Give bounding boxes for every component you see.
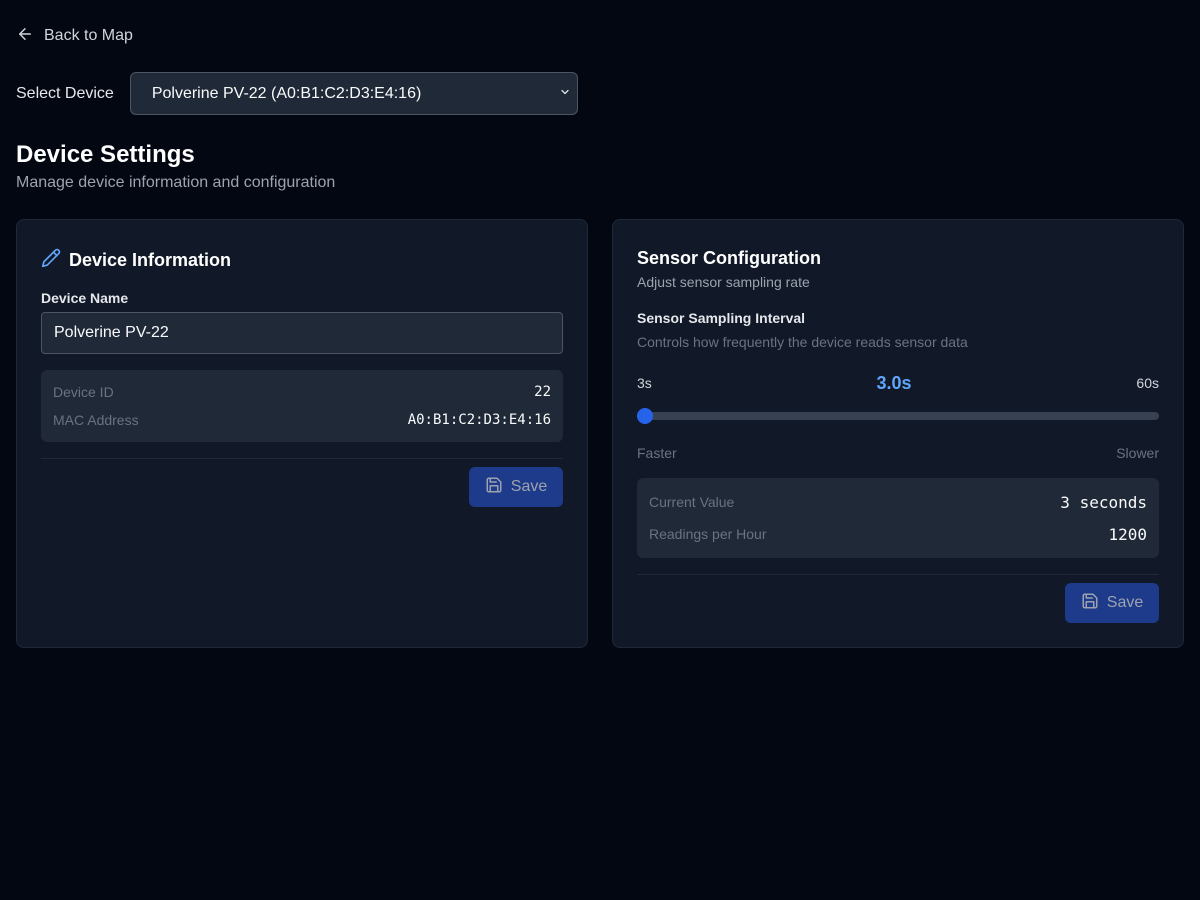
sampling-interval-slider[interactable]	[637, 408, 1159, 424]
device-id-row: Device ID 22	[53, 382, 551, 402]
device-name-input[interactable]	[41, 312, 563, 354]
arrow-left-icon	[16, 25, 34, 48]
divider	[41, 458, 563, 459]
device-select[interactable]: Polverine PV-22 (A0:B1:C2:D3:E4:16)	[129, 72, 578, 115]
device-details-box: Device ID 22 MAC Address A0:B1:C2:D3:E4:…	[41, 370, 563, 442]
page-title: Device Settings	[16, 141, 195, 168]
pencil-icon	[41, 248, 61, 273]
sensor-configuration-title-text: Sensor Configuration	[637, 248, 821, 268]
chevron-down-icon	[559, 85, 571, 103]
sensor-configuration-card: Sensor Configuration Adjust sensor sampl…	[612, 219, 1184, 648]
device-info-save-button[interactable]: Save	[469, 467, 563, 507]
faster-label: Faster	[637, 445, 677, 461]
sensor-configuration-title: Sensor Configuration	[637, 248, 821, 269]
range-min-label: 3s	[637, 375, 652, 391]
slower-label: Slower	[1116, 445, 1159, 461]
mac-address-value: A0:B1:C2:D3:E4:16	[407, 412, 551, 428]
device-select-value: Polverine PV-22 (A0:B1:C2:D3:E4:16)	[151, 84, 422, 102]
device-information-title: Device Information	[41, 248, 231, 273]
sampling-interval-description: Controls how frequently the device reads…	[637, 334, 968, 350]
page-subtitle: Manage device information and configurat…	[16, 174, 336, 191]
sampling-interval-label: Sensor Sampling Interval	[637, 310, 806, 326]
sensor-configuration-subtitle: Adjust sensor sampling rate	[637, 274, 810, 290]
mac-address-key: MAC Address	[53, 412, 139, 428]
readings-per-hour-value: 1200	[1108, 524, 1147, 544]
device-select-row: Select Device Polverine PV-22 (A0:B1:C2:…	[16, 72, 578, 115]
device-information-title-text: Device Information	[69, 250, 232, 270]
slider-thumb[interactable]	[637, 408, 653, 424]
device-select-label: Select Device	[16, 84, 114, 102]
readings-per-hour-key: Readings per Hour	[649, 526, 767, 542]
device-id-value: 22	[534, 384, 551, 400]
mac-address-row: MAC Address A0:B1:C2:D3:E4:16	[53, 410, 551, 430]
current-value-value: 3 seconds	[1060, 492, 1147, 512]
back-link-label: Back to Map	[44, 27, 133, 44]
sensor-config-save-button[interactable]: Save	[1065, 583, 1159, 623]
divider	[637, 574, 1159, 575]
back-to-map-link[interactable]: Back to Map	[16, 24, 133, 48]
save-icon	[1081, 592, 1099, 615]
save-button-label: Save	[510, 478, 548, 495]
save-button-label: Save	[1106, 594, 1144, 611]
device-id-key: Device ID	[53, 384, 114, 400]
readings-per-hour-row: Readings per Hour 1200	[649, 522, 1147, 546]
device-information-card: Device Information Device Name Device ID…	[16, 219, 588, 648]
sensor-details-box: Current Value 3 seconds Readings per Hou…	[637, 478, 1159, 558]
current-value-key: Current Value	[649, 494, 735, 510]
device-name-label: Device Name	[41, 290, 129, 306]
device-settings-page: Back to Map Select Device Polverine PV-2…	[0, 0, 1200, 900]
current-interval-value: 3.0s	[876, 373, 912, 393]
save-icon	[485, 476, 503, 499]
current-value-row: Current Value 3 seconds	[649, 490, 1147, 514]
range-max-label: 60s	[1136, 375, 1159, 391]
